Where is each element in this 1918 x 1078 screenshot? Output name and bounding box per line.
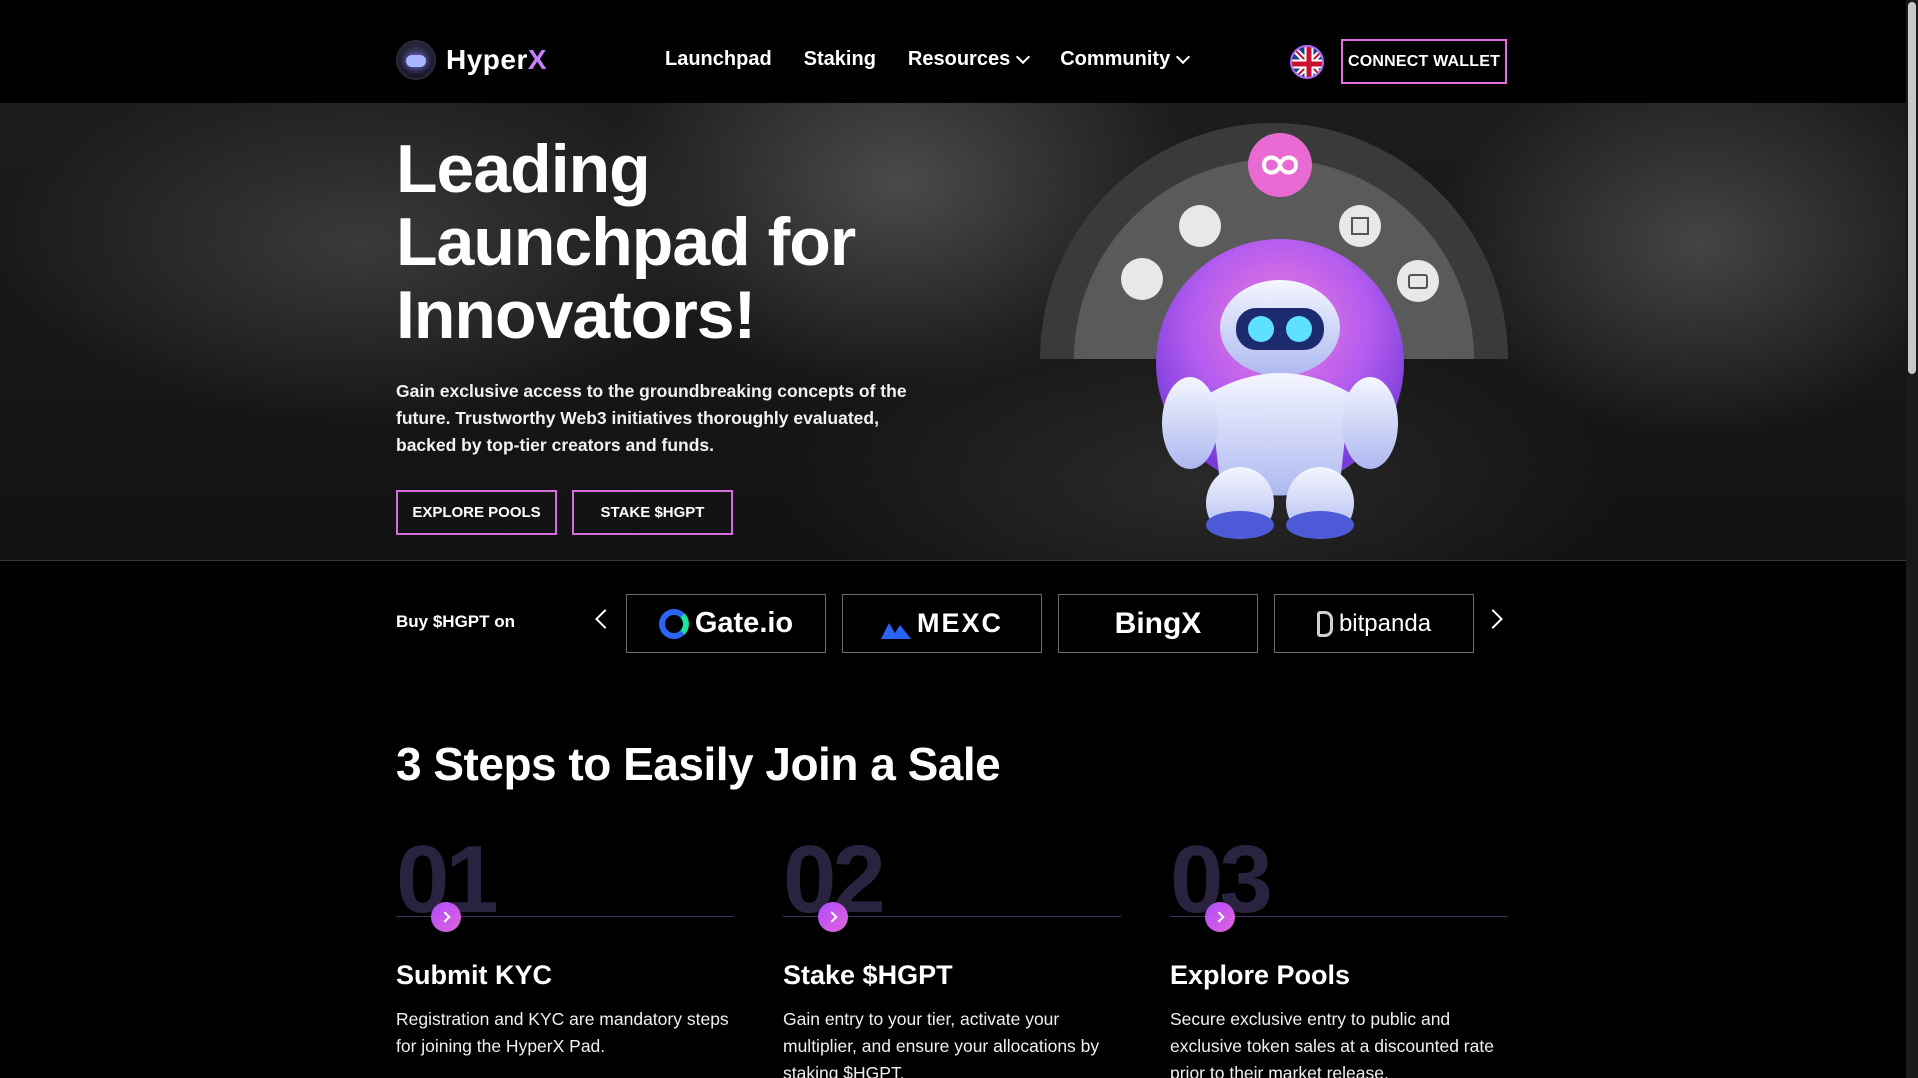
exchange-bingx[interactable]: BingX — [1058, 594, 1258, 653]
main-nav: Launchpad Staking Resources Community — [665, 48, 1191, 71]
infinity-icon — [1248, 133, 1312, 197]
gate-icon — [658, 608, 689, 639]
header: HyperX Launchpad Staking Resources Commu… — [0, 0, 1906, 103]
step-description: Secure exclusive entry to public and exc… — [1170, 1009, 1494, 1078]
hero-section: Leading Launchpad for Innovators! Gain e… — [0, 103, 1906, 560]
hero-divider — [0, 560, 1906, 561]
hero-description: Gain exclusive access to the groundbreak… — [396, 381, 907, 455]
scrollbar-thumb[interactable] — [1908, 2, 1916, 374]
chevron-right-icon — [431, 902, 461, 932]
hero-title: Leading Launchpad for Innovators! — [396, 131, 856, 353]
wallet-icon — [1397, 260, 1439, 302]
logo-robot-icon — [396, 40, 436, 80]
bitpanda-icon — [1316, 610, 1333, 637]
carousel-next-icon[interactable] — [1483, 609, 1503, 629]
network-icon — [1121, 258, 1163, 300]
exchange-mexc[interactable]: MEXC — [842, 594, 1042, 653]
explore-pools-button[interactable]: EXPLORE POOLS — [396, 490, 557, 535]
nav-resources[interactable]: Resources — [908, 48, 1031, 71]
buy-label: Buy $HGPT on — [396, 612, 516, 631]
logo[interactable]: HyperX — [396, 40, 547, 80]
step-title: Stake $HGPT — [783, 960, 953, 990]
carousel-prev-icon[interactable] — [595, 609, 615, 629]
brain-icon — [1179, 205, 1221, 247]
page: HyperX Launchpad Staking Resources Commu… — [0, 0, 1906, 1078]
connect-wallet-button[interactable]: CONNECT WALLET — [1341, 39, 1507, 84]
nav-launchpad[interactable]: Launchpad — [665, 48, 772, 71]
chevron-right-icon — [1205, 902, 1235, 932]
nav-staking[interactable]: Staking — [804, 48, 876, 71]
step-description: Registration and KYC are mandatory steps… — [396, 1009, 729, 1056]
step-description: Gain entry to your tier, activate your m… — [783, 1009, 1100, 1078]
page-scrollbar[interactable] — [1906, 0, 1918, 1078]
mexc-icon — [880, 615, 911, 639]
step-title: Submit KYC — [396, 960, 553, 990]
exchange-gateio[interactable]: Gate.io — [626, 594, 826, 653]
logo-text: HyperX — [446, 44, 548, 75]
chevron-down-icon — [1176, 49, 1191, 64]
robot-illustration — [1040, 123, 1508, 560]
uk-flag-icon[interactable] — [1290, 45, 1324, 79]
stake-hgpt-button[interactable]: STAKE $HGPT — [572, 490, 733, 535]
nav-community[interactable]: Community — [1060, 48, 1191, 71]
step-title: Explore Pools — [1170, 960, 1351, 990]
exchange-bitpanda[interactable]: bitpanda — [1274, 594, 1474, 653]
steps-title: 3 Steps to Easily Join a Sale — [396, 738, 1001, 790]
chip-icon — [1339, 205, 1381, 247]
chevron-down-icon — [1016, 49, 1031, 64]
chevron-right-icon — [818, 902, 848, 932]
